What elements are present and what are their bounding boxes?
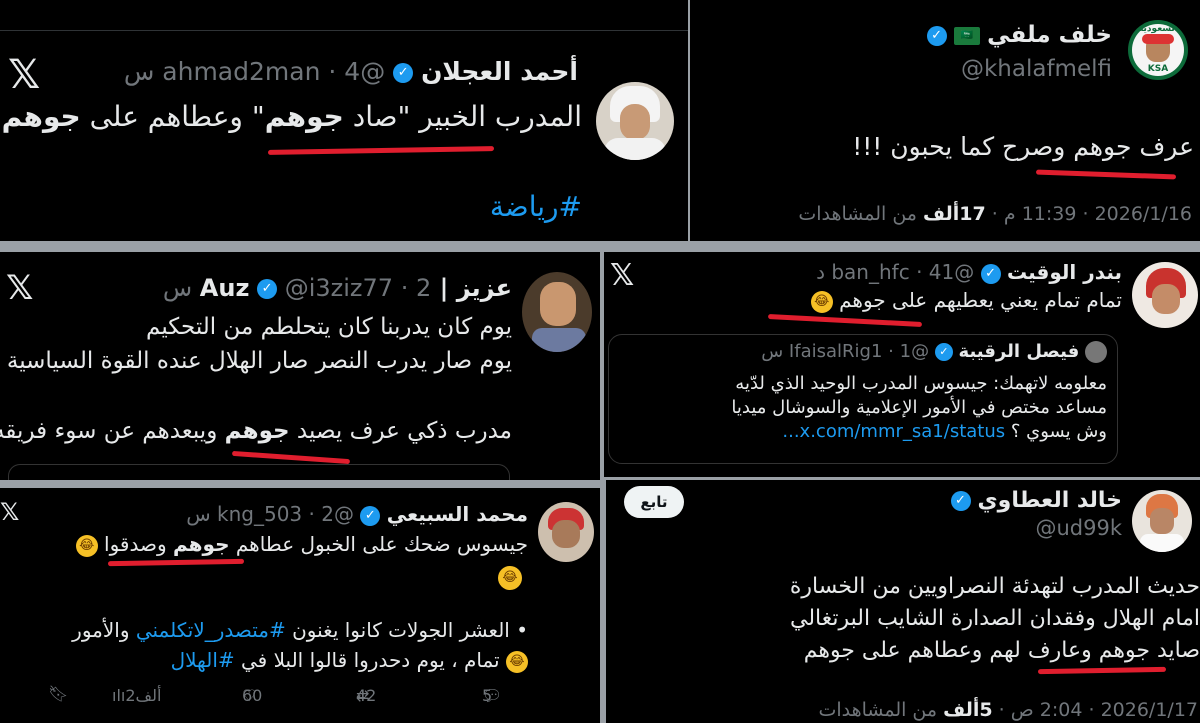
views-count: 5ألف (943, 699, 993, 721)
verified-badge-icon: ✓ (950, 491, 971, 511)
verified-badge-icon: ✓ (934, 343, 953, 361)
x-logo-icon: 𝕏 (8, 52, 41, 98)
underline-mark (267, 146, 495, 155)
quoted-tweet[interactable]: فيصل الرقيبة ✓ @IfaisalRig1 · 1 س معلومه… (608, 334, 1118, 464)
author-handle[interactable]: @ud99k (1035, 516, 1122, 540)
tweet-text-line: 😂 تمام ، يوم دحدروا قالوا البلا في #الهل… (171, 648, 528, 673)
hashtag-link[interactable]: #متصدر_لاتكلمني (136, 618, 286, 642)
post-time: 2:04 ص (1010, 699, 1083, 721)
tweet-card-bandar[interactable]: 𝕏 بندر الوقيت ✓ @ban_hfc · 41 د تمام تما… (604, 252, 1200, 477)
underline-mark (107, 558, 245, 567)
x-logo-icon: 𝕏 (0, 498, 20, 526)
tweet-card-khalaf[interactable]: السعودية KSA خلف ملفي 🇸🇦 ✓ @khalafmelfi … (690, 0, 1200, 241)
author-name[interactable]: خالد العطاوي (978, 488, 1123, 513)
tweet-text-line: امام الهلال وفقدان الصدارة الشايب البرتغ… (790, 606, 1200, 631)
tweet-text: عرف جوهم وصرح كما يحبون !!! (852, 132, 1194, 161)
tweet-text-line: حديث المدرب لتهدئة النصراويين من الخسارة (789, 574, 1200, 599)
verified-badge-icon: ✓ (360, 505, 381, 526)
avatar[interactable] (1132, 490, 1192, 552)
underline-mark (1037, 666, 1167, 675)
laughing-emoji-icon: 😂 (810, 290, 833, 313)
views-count: 17ألف (923, 203, 986, 225)
post-time: 11:39 م (1003, 203, 1077, 225)
author-name[interactable]: خلف ملفي (987, 22, 1112, 48)
avatar-caption: KSA (1147, 64, 1169, 74)
verified-badge-icon: ✓ (393, 63, 414, 83)
tweet-text: المدرب الخبير "صاد جوهم" وعطاهم على جوهم… (1, 100, 582, 133)
avatar[interactable] (596, 82, 674, 160)
author-handle[interactable]: @i3ziz77 (285, 274, 393, 302)
underline-mark (1035, 169, 1177, 180)
tweet-header: عزيز | Auz ✓ @i3ziz77 · 2 س (162, 274, 512, 302)
action-bar: 🔖︎ ılı 2ألف 60 ♡ 42 ⇄ 5 💬︎ (0, 684, 600, 714)
laughing-emoji-icon: 😂 (498, 566, 522, 590)
views-action[interactable]: ılı 2ألف (112, 686, 161, 705)
like-action[interactable]: 60 ♡ (242, 686, 262, 705)
hashtag-link[interactable]: #الهلال (171, 648, 235, 672)
tweet-text-line: صايد جوهم وعارف لهم وعطاهم على جوهم (803, 638, 1200, 663)
tweet-text-line: • العشر الجولات كانوا يغنون #متصدر_لاتكل… (72, 618, 528, 642)
tweet-card-khaled[interactable]: تابع خالد العطاوي ✓ @ud99k حديث المدرب ل… (606, 480, 1200, 723)
views-label: من المشاهدات (818, 699, 938, 721)
tweet-text-line: يوم كان يدربنا كان يتحلطم من التحكيم (146, 314, 512, 340)
author-handle[interactable]: @kng_503 (217, 502, 354, 526)
avatar[interactable]: السعودية KSA (1128, 20, 1188, 80)
hashtag-link[interactable]: #رياضة (490, 190, 582, 223)
bookmark-icon[interactable]: 🔖︎ (48, 684, 68, 703)
tweet-card-aziz[interactable]: 𝕏 عزيز | Auz ✓ @i3ziz77 · 2 س يوم كان يد… (0, 252, 600, 480)
verified-badge-icon: ✓ (257, 279, 278, 299)
avatar[interactable] (522, 272, 592, 352)
verified-badge-icon: ✓ (926, 25, 947, 46)
quote-text-line: معلومه لاتهمك: جيسوس المدرب الوحيد الذي … (735, 373, 1107, 394)
flag-icon: 🇸🇦 (953, 26, 980, 45)
post-meta: 2026/1/17 · 2:04 ص · 5ألف من المشاهدات (818, 699, 1198, 721)
x-logo-icon: 𝕏 (6, 268, 34, 308)
author-name[interactable]: محمد السبيعي (387, 502, 528, 526)
tweet-card-ahmad[interactable]: 𝕏 أحمد العجلان ✓ @ahmad2man · 4 س المدرب… (0, 0, 688, 241)
avatar[interactable] (538, 502, 594, 562)
quote-link[interactable]: x.com/mmr_sa1/status... (782, 421, 1005, 442)
tweet-text: تمام تمام يعني يعطيهم على جوهم 😂 (810, 288, 1122, 313)
post-meta: 2026/1/16 · 11:39 م · 17ألف من المشاهدات (798, 203, 1192, 225)
tweet-card-mohammed[interactable]: 𝕏 محمد السبيعي ✓ @kng_503 · 2 س جيسوس ضح… (0, 488, 600, 723)
follow-button[interactable]: تابع (624, 486, 684, 518)
laughing-emoji-icon: 😂 (506, 650, 528, 673)
avatar[interactable] (1132, 262, 1198, 328)
underline-mark (767, 313, 923, 328)
quote-text-line: وش يسوي ؟ x.com/mmr_sa1/status... (782, 421, 1107, 442)
tweet-header: خلف ملفي 🇸🇦 ✓ (926, 22, 1112, 48)
tweet-header: بندر الوقيت ✓ @ban_hfc · 41 د (816, 260, 1122, 284)
laughing-emoji-icon: 😂 (75, 534, 98, 557)
underline-mark (231, 450, 351, 465)
reply-action[interactable]: 5 💬︎ (482, 686, 502, 705)
author-name[interactable]: أحمد العجلان (421, 57, 578, 86)
post-date: 2026/1/17 (1100, 699, 1198, 721)
quote-text-line: مساعد مختص في الأمور الإعلامية والسوشال … (731, 397, 1107, 418)
quote-header: فيصل الرقيبة ✓ @IfaisalRig1 · 1 س (761, 341, 1107, 363)
tweet-text-line: مدرب ذكي عرف يصيد جوهم ويبعدهم عن سوء فر… (0, 418, 512, 444)
views-label: من المشاهدات (798, 203, 917, 225)
author-handle[interactable]: @khalafmelfi (961, 56, 1112, 82)
verified-badge-icon: ✓ (980, 263, 1001, 284)
post-date: 2026/1/16 (1094, 203, 1192, 225)
x-logo-icon: 𝕏 (610, 258, 635, 293)
tweet-header: أحمد العجلان ✓ @ahmad2man · 4 س (123, 57, 578, 86)
tweet-header: محمد السبيعي ✓ @kng_503 · 2 س (186, 502, 528, 526)
tweet-text-line: جيسوس ضحك على الخبول عطاهم جوهم وصدقوا 😂 (75, 532, 528, 557)
tweet-text-line: يوم صار يدرب النصر صار الهلال عنده القوة… (6, 348, 512, 374)
divider (0, 30, 688, 31)
quote-author-name[interactable]: فيصل الرقيبة (959, 341, 1080, 362)
author-name[interactable]: بندر الوقيت (1007, 260, 1122, 284)
avatar-caption: السعودية (1138, 24, 1178, 34)
quote-card-edge (8, 464, 510, 480)
tweet-header: خالد العطاوي ✓ (950, 488, 1123, 513)
repost-action[interactable]: 42 ⇄ (356, 686, 376, 705)
avatar (1085, 341, 1107, 363)
